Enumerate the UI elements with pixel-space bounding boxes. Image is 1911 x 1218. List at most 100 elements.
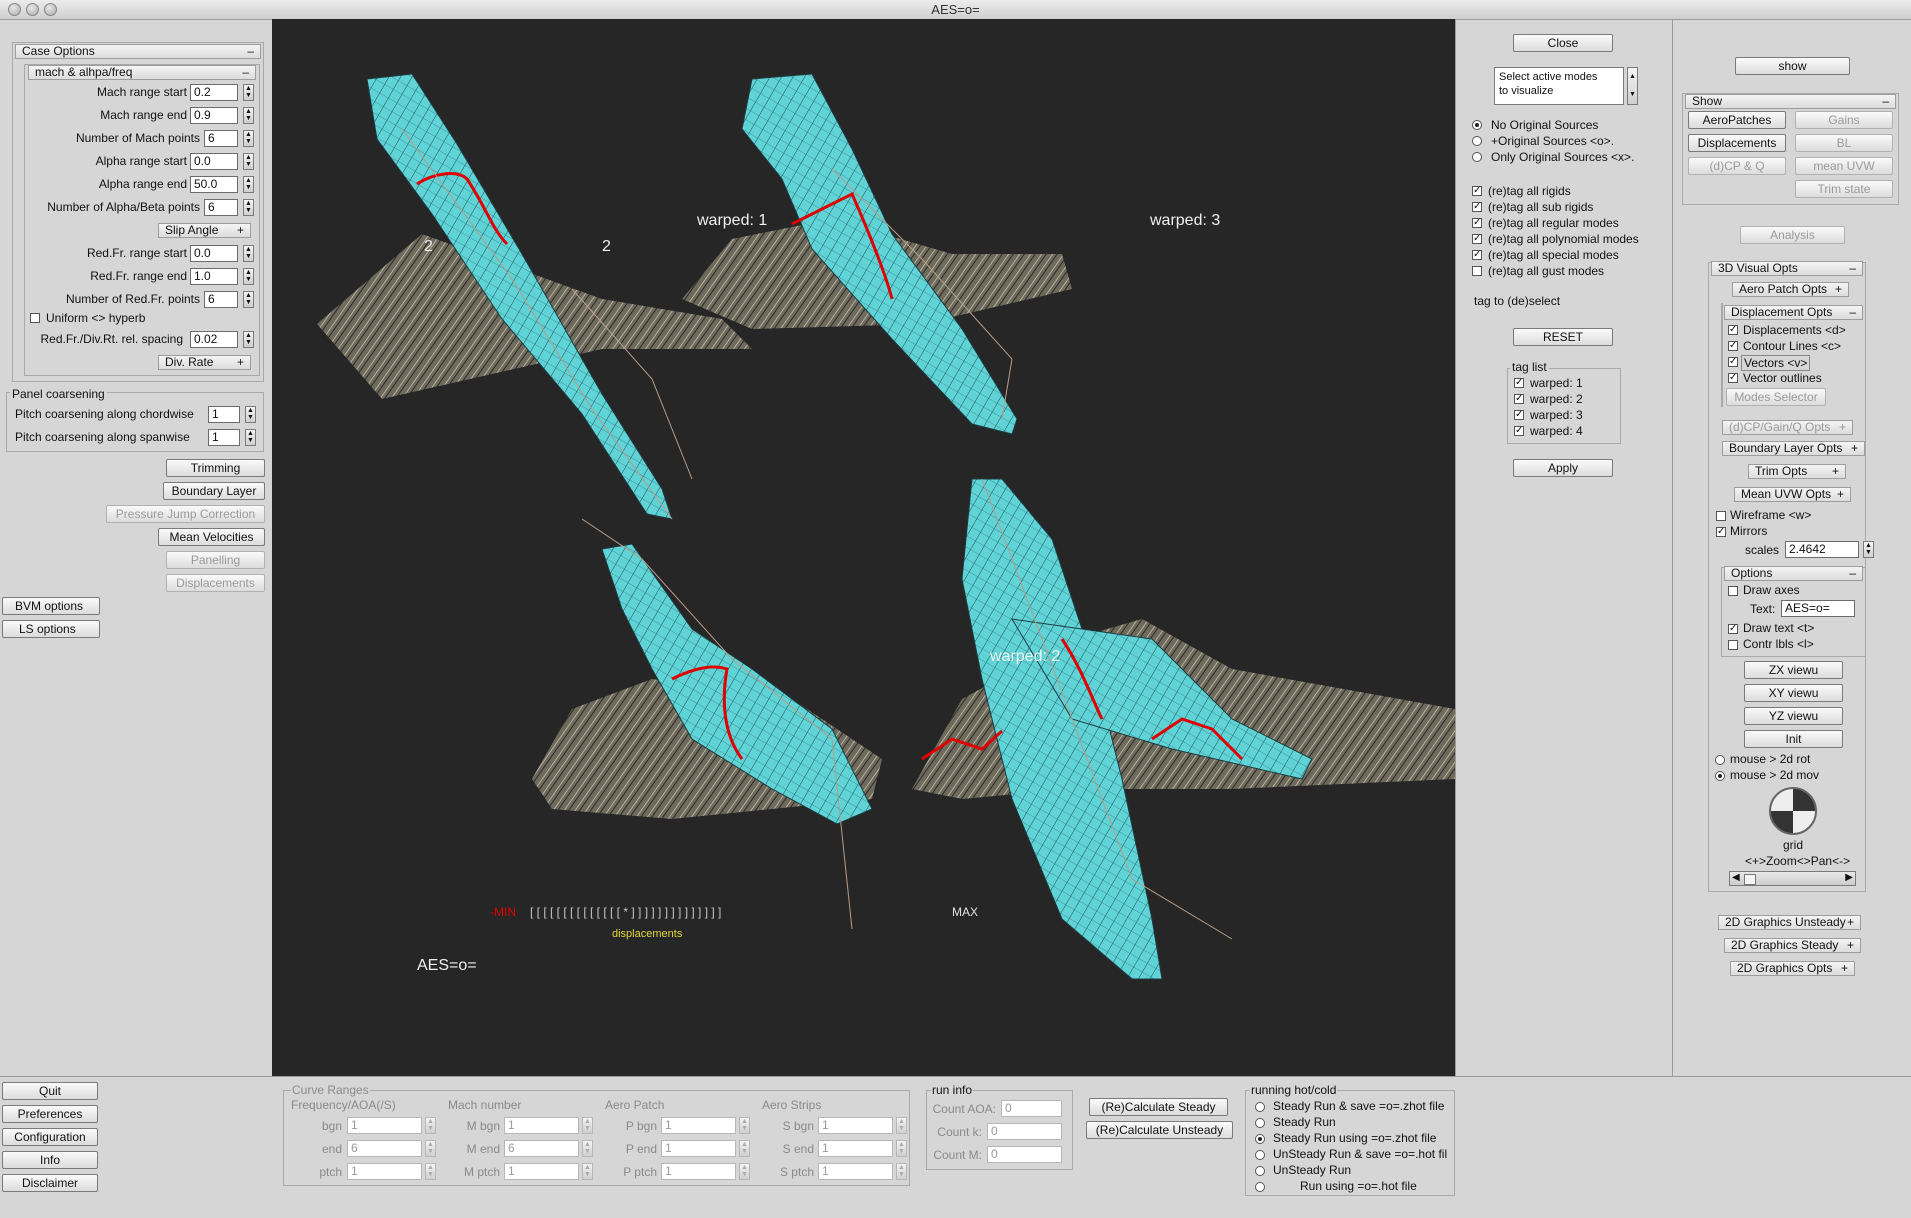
displacements-button[interactable]: Displacements: [166, 574, 265, 592]
cp-q-button[interactable]: (d)CP & Q: [1688, 157, 1786, 175]
alpha-start-input[interactable]: 0.0: [190, 153, 238, 170]
chordwise-input[interactable]: 1: [208, 406, 240, 423]
pressure-jump-button[interactable]: Pressure Jump Correction: [106, 505, 265, 523]
freq-ptch-input[interactable]: 1: [347, 1163, 422, 1180]
disp-contour-checkbox[interactable]: ✓: [1728, 341, 1738, 351]
mean-uvw-button[interactable]: mean UVW: [1795, 157, 1893, 175]
strip-ptch-input[interactable]: 1: [818, 1163, 893, 1180]
quit-button[interactable]: Quit: [2, 1082, 98, 1100]
retag-polynomial-checkbox[interactable]: ✓: [1472, 234, 1482, 244]
gains-button[interactable]: Gains: [1795, 111, 1893, 129]
scales-input[interactable]: 2.4642: [1785, 541, 1859, 558]
analysis-button[interactable]: Analysis: [1740, 226, 1845, 244]
tag-warped-3-checkbox[interactable]: ✓: [1514, 410, 1524, 420]
disp-vector-outlines-checkbox[interactable]: ✓: [1728, 373, 1738, 383]
aero-patches-button[interactable]: AeroPatches: [1688, 111, 1786, 129]
draw-axes-checkbox[interactable]: [1728, 586, 1738, 596]
yz-view-button[interactable]: YZ viewu: [1744, 707, 1843, 725]
wireframe-checkbox[interactable]: [1716, 511, 1726, 521]
slip-angle-header[interactable]: Slip Angle +: [158, 223, 251, 238]
spacing-spinner[interactable]: ▲ ▼: [243, 331, 254, 348]
graphics-steady-header[interactable]: 2D Graphics Steady +: [1724, 938, 1861, 953]
run-option-radio[interactable]: [1255, 1118, 1265, 1128]
redfr-end-spinner[interactable]: ▲ ▼: [243, 268, 254, 285]
displacement-opts-header[interactable]: Displacement Opts –: [1724, 305, 1863, 320]
patch-bgn-input[interactable]: 1: [661, 1117, 736, 1134]
mach-alpha-header[interactable]: mach & alhpa/freq –: [28, 65, 256, 80]
run-option-radio[interactable]: [1255, 1134, 1265, 1144]
mach-points-input[interactable]: 6: [204, 130, 238, 147]
contr-lbls-checkbox[interactable]: [1728, 640, 1738, 650]
configuration-button[interactable]: Configuration: [2, 1128, 98, 1146]
disp-displacements-checkbox[interactable]: ✓: [1728, 325, 1738, 335]
zoom-slider[interactable]: ◀ ▶: [1729, 871, 1856, 886]
boundary-layer-button[interactable]: Boundary Layer: [163, 482, 265, 500]
mach-end-input[interactable]: 0.9: [190, 107, 238, 124]
mach-start-input[interactable]: 0.2: [190, 84, 238, 101]
slider-right-icon[interactable]: ▶: [1845, 872, 1853, 883]
uvw-opts-header[interactable]: Mean UVW Opts +: [1734, 487, 1851, 502]
retag-special-checkbox[interactable]: ✓: [1472, 250, 1482, 260]
spacing-input[interactable]: 0.02: [190, 331, 238, 348]
graphics-opts-header[interactable]: 2D Graphics Opts +: [1730, 961, 1855, 976]
run-option-radio[interactable]: [1255, 1182, 1265, 1192]
cp-gain-opts-header[interactable]: (d)CP/Gain/Q Opts +: [1722, 420, 1853, 435]
mouse-rot-radio[interactable]: [1715, 755, 1725, 765]
text-input[interactable]: AES=o=: [1781, 600, 1855, 617]
trim-opts-header[interactable]: Trim Opts +: [1748, 464, 1846, 479]
case-options-header[interactable]: Case Options –: [15, 44, 261, 59]
patch-end-input[interactable]: 1: [661, 1140, 736, 1157]
disp-vectors-checkbox[interactable]: ✓: [1728, 357, 1738, 367]
no-original-sources-radio[interactable]: [1472, 120, 1482, 130]
redfr-start-input[interactable]: 0.0: [190, 245, 238, 262]
scales-spinner[interactable]: ▲ ▼: [1863, 541, 1874, 558]
patch-ptch-input[interactable]: 1: [661, 1163, 736, 1180]
active-modes-list[interactable]: Select active modes to visualize: [1494, 67, 1624, 105]
alpha-end-input[interactable]: 50.0: [190, 176, 238, 193]
mean-velocities-button[interactable]: Mean Velocities: [158, 528, 265, 546]
strip-end-spinner[interactable]: ▲ ▼: [896, 1140, 907, 1157]
trim-state-button[interactable]: Trim state: [1795, 180, 1893, 198]
tag-warped-4-checkbox[interactable]: ✓: [1514, 426, 1524, 436]
bl-opts-header[interactable]: Boundary Layer Opts +: [1722, 441, 1865, 456]
plus-original-sources-radio[interactable]: [1472, 136, 1482, 146]
alpha-points-spinner[interactable]: ▲ ▼: [243, 199, 254, 216]
draw-text-checkbox[interactable]: ✓: [1728, 624, 1738, 634]
show-header[interactable]: Show –: [1685, 94, 1896, 109]
alpha-points-input[interactable]: 6: [204, 199, 238, 216]
recalculate-steady-button[interactable]: (Re)Calculate Steady: [1089, 1098, 1228, 1116]
disclaimer-button[interactable]: Disclaimer: [2, 1174, 98, 1192]
uniform-hyperb-checkbox[interactable]: [30, 313, 40, 323]
mach-ptch-input[interactable]: 1: [504, 1163, 579, 1180]
mach-start-spinner[interactable]: ▲ ▼: [243, 84, 254, 101]
close-button[interactable]: Close: [1513, 34, 1613, 52]
retag-gust-checkbox[interactable]: [1472, 266, 1482, 276]
show-button[interactable]: show: [1735, 57, 1850, 75]
graphics-unsteady-header[interactable]: 2D Graphics Unsteady +: [1718, 915, 1861, 930]
chordwise-spinner[interactable]: ▲ ▼: [245, 406, 256, 423]
strip-end-input[interactable]: 1: [818, 1140, 893, 1157]
recalculate-unsteady-button[interactable]: (Re)Calculate Unsteady: [1086, 1121, 1233, 1139]
retag-regular-checkbox[interactable]: ✓: [1472, 218, 1482, 228]
options-header[interactable]: Options –: [1724, 566, 1863, 581]
grid-ball-icon[interactable]: [1769, 787, 1817, 835]
aero-patch-opts-header[interactable]: Aero Patch Opts +: [1732, 282, 1849, 297]
xy-view-button[interactable]: XY viewu: [1744, 684, 1843, 702]
only-original-sources-radio[interactable]: [1472, 152, 1482, 162]
strip-bgn-input[interactable]: 1: [818, 1117, 893, 1134]
mirrors-checkbox[interactable]: ✓: [1716, 527, 1726, 537]
alpha-start-spinner[interactable]: ▲ ▼: [243, 153, 254, 170]
bl-button[interactable]: BL: [1795, 134, 1893, 152]
active-modes-scroll[interactable]: ▲ ▼: [1627, 67, 1638, 105]
run-option-radio[interactable]: [1255, 1102, 1265, 1112]
spanwise-spinner[interactable]: ▲ ▼: [245, 429, 256, 446]
apply-button[interactable]: Apply: [1513, 459, 1613, 477]
slider-left-icon[interactable]: ◀: [1732, 872, 1740, 883]
alpha-end-spinner[interactable]: ▲ ▼: [243, 176, 254, 193]
redfr-points-spinner[interactable]: ▲ ▼: [243, 291, 254, 308]
modes-selector-button[interactable]: Modes Selector: [1726, 388, 1826, 406]
preferences-button[interactable]: Preferences: [2, 1105, 98, 1123]
zx-view-button[interactable]: ZX viewu: [1744, 661, 1843, 679]
strip-bgn-spinner[interactable]: ▲ ▼: [896, 1117, 907, 1134]
init-view-button[interactable]: Init: [1744, 730, 1843, 748]
